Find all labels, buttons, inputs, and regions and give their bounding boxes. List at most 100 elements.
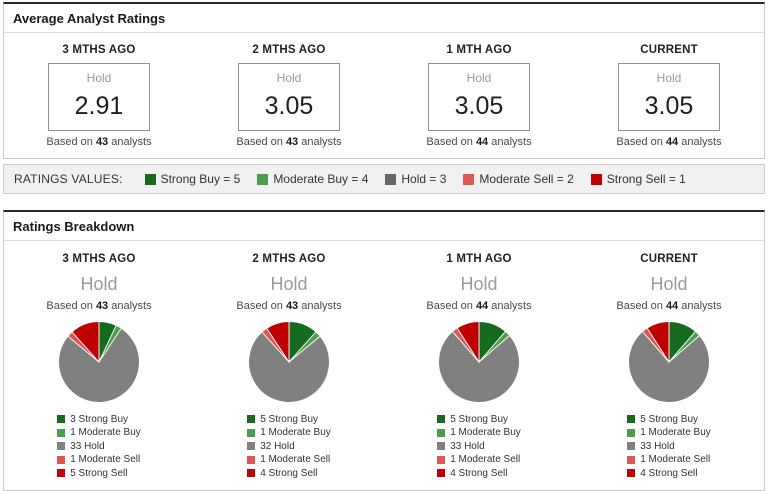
rating-column: 3 MTHS AGO Hold 2.91 Based on 43 analysts [4, 44, 194, 148]
rating-column: 2 MTHS AGO Hold 3.05 Based on 43 analysts [194, 44, 384, 148]
rating-value-box: Hold 2.91 [48, 63, 150, 131]
rating-text: Hold [276, 71, 302, 85]
ratings-value-text: Moderate Buy = 4 [273, 172, 369, 186]
based-on-suffix: analysts [111, 136, 152, 148]
color-chip-icon [144, 173, 156, 185]
analyst-count: 43 [285, 300, 299, 312]
color-chip-icon [57, 415, 66, 423]
pie-legend-item: 5 Strong Sell [57, 468, 141, 479]
ratings-pie-chart [438, 321, 520, 403]
ratings-breakdown-title: Ratings Breakdown [4, 212, 764, 241]
pie-legend-text: 1 Moderate Sell [640, 454, 711, 465]
ratings-values-strip: RATINGS VALUES: Strong Buy = 5 Moderate B… [3, 164, 765, 194]
rating-text: Hold [466, 71, 492, 85]
breakdown-column-header: CURRENT [640, 253, 698, 265]
based-on-text: Based on 43 analysts [194, 136, 384, 148]
color-chip-icon [437, 469, 446, 477]
pie-legend-text: 1 Moderate Buy [640, 427, 711, 438]
based-on-text: Based on 44 analysts [574, 136, 764, 148]
color-chip-icon [57, 469, 66, 477]
based-on-prefix: Based on [46, 136, 93, 148]
pie-legend-text: 33 Hold [450, 440, 485, 452]
pie-legend-item: 1 Moderate Buy [57, 427, 141, 438]
color-chip-icon [57, 442, 66, 450]
color-chip-icon [247, 455, 256, 464]
rating-value-box: Hold 3.05 [618, 63, 720, 131]
ratings-value-item: Moderate Buy = 4 [257, 172, 368, 186]
rating-value: 3.05 [644, 92, 694, 120]
based-on-suffix: analysts [681, 300, 722, 312]
analyst-count: 43 [285, 136, 299, 148]
pie-legend-item: 4 Strong Sell [627, 468, 711, 479]
ratings-breakdown-columns: 3 MTHS AGO Hold Based on 43 analysts 3 Stro… [4, 241, 764, 490]
pie-legend-item: 33 Hold [57, 441, 141, 452]
color-chip-icon [57, 428, 66, 437]
rating-value: 2.91 [74, 92, 124, 120]
rating-column-header: 2 MTHS AGO [252, 44, 326, 56]
rating-text: Hold [86, 71, 112, 85]
based-on-text: Based on 43 analysts [4, 300, 194, 312]
analyst-count: 44 [665, 136, 679, 148]
pie-legend-item: 33 Hold [437, 441, 521, 452]
pie-legend-item: 5 Strong Buy [627, 414, 711, 425]
pie-legend-text: 4 Strong Sell [640, 467, 698, 479]
rating-column: 1 MTH AGO Hold 3.05 Based on 44 analysts [384, 44, 574, 148]
pie-legend-text: 4 Strong Sell [260, 467, 318, 479]
rating-column-header: 1 MTH AGO [446, 44, 512, 56]
pie-legend-text: 1 Moderate Sell [260, 454, 331, 465]
pie-legend-text: 3 Strong Buy [70, 413, 128, 425]
based-on-suffix: analysts [301, 136, 342, 148]
ratings-values-items: Strong Buy = 5 Moderate Buy = 4 Hold = 3 Mo… [144, 172, 703, 186]
breakdown-rating-text: Hold [650, 274, 688, 294]
color-chip-icon [627, 415, 636, 423]
color-chip-icon [385, 173, 397, 185]
pie-legend-text: 5 Strong Buy [450, 413, 508, 425]
pie-legend-item: 3 Strong Buy [57, 414, 141, 425]
color-chip-icon [437, 442, 446, 450]
rating-column-header: 3 MTHS AGO [62, 44, 136, 56]
rating-value-box: Hold 3.05 [428, 63, 530, 131]
breakdown-column-header: 1 MTH AGO [446, 253, 512, 265]
ratings-breakdown-panel: Ratings Breakdown 3 MTHS AGO Hold Based on… [3, 210, 765, 491]
ratings-value-text: Moderate Sell = 2 [479, 172, 574, 186]
pie-legend-text: 5 Strong Sell [70, 467, 128, 479]
color-chip-icon [627, 428, 636, 437]
based-on-text: Based on 43 analysts [4, 136, 194, 148]
ratings-values-label: RATINGS VALUES: [14, 172, 123, 186]
ratings-value-text: Strong Buy = 5 [160, 172, 241, 186]
ratings-pie-chart [58, 321, 140, 403]
pie-legend-text: 1 Moderate Sell [70, 454, 141, 465]
pie-legend-item: 1 Moderate Sell [247, 454, 331, 465]
pie-legend-item: 1 Moderate Buy [627, 427, 711, 438]
color-chip-icon [437, 415, 446, 423]
pie-legend-item: 5 Strong Buy [437, 414, 521, 425]
pie-legend: 5 Strong Buy 1 Moderate Buy 33 Hold 1 Moder… [627, 411, 711, 481]
pie-legend-text: 33 Hold [640, 440, 675, 452]
based-on-prefix: Based on [426, 136, 473, 148]
rating-text: Hold [656, 71, 682, 85]
based-on-prefix: Based on [616, 136, 663, 148]
color-chip-icon [57, 455, 66, 464]
ratings-pie-chart [248, 321, 330, 403]
based-on-prefix: Based on [236, 136, 283, 148]
based-on-suffix: analysts [491, 136, 532, 148]
ratings-value-item: Strong Buy = 5 [144, 172, 241, 186]
color-chip-icon [247, 415, 256, 423]
based-on-prefix: Based on [236, 300, 283, 312]
pie-legend-text: 32 Hold [260, 440, 295, 452]
ratings-value-text: Hold = 3 [401, 172, 447, 186]
pie-legend: 3 Strong Buy 1 Moderate Buy 33 Hold 1 Moder… [57, 411, 141, 481]
ratings-pie-chart [628, 321, 710, 403]
pie-legend-item: 1 Moderate Sell [627, 454, 711, 465]
pie-legend-text: 33 Hold [70, 440, 105, 452]
based-on-text: Based on 44 analysts [384, 136, 574, 148]
breakdown-column: 2 MTHS AGO Hold Based on 43 analysts 5 Stro… [194, 253, 384, 482]
ratings-value-item: Moderate Sell = 2 [463, 172, 574, 186]
pie-legend-item: 1 Moderate Sell [57, 454, 141, 465]
rating-value-box: Hold 3.05 [238, 63, 340, 131]
breakdown-rating-text: Hold [80, 274, 118, 294]
color-chip-icon [437, 455, 446, 464]
color-chip-icon [257, 173, 269, 185]
based-on-prefix: Based on [426, 300, 473, 312]
based-on-suffix: analysts [681, 136, 722, 148]
